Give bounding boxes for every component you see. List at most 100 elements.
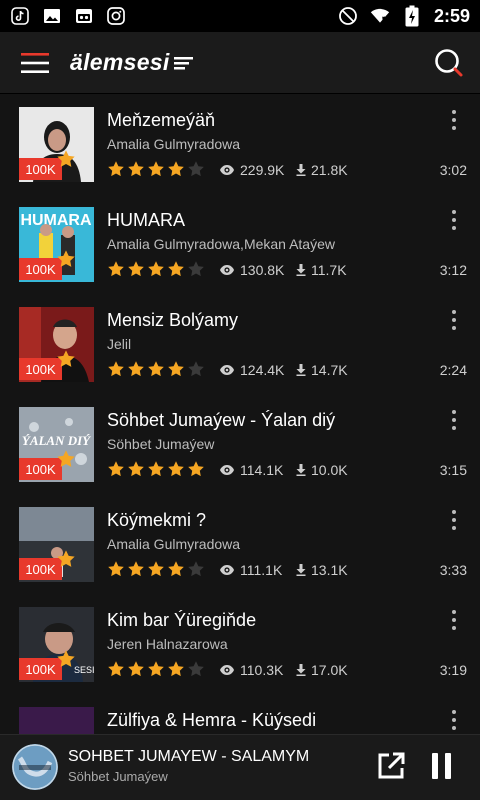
badge-star-icon [57,550,75,567]
pause-icon-bar-left [431,753,438,779]
more-dot-icon [452,310,456,314]
now-playing-bar[interactable]: SOHBET JUMAYEW - SALAMYM Söhbet Jumaýew [0,734,480,800]
more-options-button[interactable] [444,308,464,332]
song-thumbnail[interactable] [19,707,94,734]
star-icon [108,361,124,377]
song-title[interactable]: Söhbet Jumaýew - Ýalan diý [107,410,335,431]
song-row[interactable]: 100K Mensiz Bolýamy Jelil 124.4K 14.7K 2:24 [0,294,480,394]
download-icon [296,164,306,176]
app-logo: älemsesi [70,49,194,76]
song-title[interactable]: Meňzemeýäň [107,110,215,131]
song-row[interactable]: Zülfiya & Hemra - Küýsedi [0,694,480,734]
eye-icon [220,165,234,175]
star-icon [168,561,184,577]
logo-text: älemsesi [70,49,170,75]
song-title[interactable]: Mensiz Bolýamy [107,310,238,331]
star-icon [108,461,124,477]
song-row[interactable]: SESI 100K Kim bar Ýüregiňde Jeren Halnazaro… [0,594,480,694]
view-count: 114.1K [220,462,283,478]
view-count: 130.8K [220,262,284,278]
tiktok-icon [10,6,30,26]
more-dot-icon [452,410,456,414]
badge-star-icon [57,250,75,267]
song-row[interactable]: 100K Meňzemeýäň Amalia Gulmyradowa 229.9K … [0,94,480,194]
rating-stars [107,460,205,478]
song-duration: 3:12 [439,262,467,278]
star-icon [128,261,144,277]
open-player-button[interactable] [376,751,406,781]
song-title[interactable]: HUMARA [107,210,185,231]
song-title[interactable]: Kim bar Ýüregiňde [107,610,256,631]
rating-stars [107,260,205,278]
view-count-value: 124.4K [240,362,285,378]
view-count: 110.3K [220,662,283,678]
song-artist: Söhbet Jumaýew [107,436,215,452]
star-icon [128,661,144,677]
now-playing-artist: Söhbet Jumaýew [68,769,168,784]
view-count: 124.4K [220,362,284,378]
download-icon [296,264,306,276]
download-icon [296,564,306,576]
badge-star-icon [57,450,75,467]
song-list[interactable]: 100K Meňzemeýäň Amalia Gulmyradowa 229.9K … [0,94,480,734]
star-icon [148,161,164,177]
download-count: 21.8K [296,162,348,178]
download-icon [296,464,306,476]
wifi-icon [370,6,390,26]
search-icon [435,48,463,76]
more-options-button[interactable] [444,708,464,732]
logo-lines-icon [173,56,193,69]
star-icon [148,461,164,477]
song-row[interactable]: 100K Köýmekmi ? Amalia Gulmyradowa 111.1K … [0,494,480,594]
media-icon [74,6,94,26]
svg-text:HUMARA: HUMARA [20,212,92,229]
more-dot-icon [452,418,456,422]
view-count-value: 111.1K [240,562,283,578]
download-count-value: 11.7K [311,262,347,278]
view-count-value: 110.3K [240,662,284,678]
more-options-button[interactable] [444,608,464,632]
more-dot-icon [452,210,456,214]
more-dot-icon [452,526,456,530]
more-dot-icon [452,426,456,430]
more-options-button[interactable] [444,408,464,432]
star-icon [128,461,144,477]
song-row[interactable]: HUMARA 100K HUMARA Amalia Gulmyradowa,Mekan… [0,194,480,294]
song-artist: Jelil [107,336,132,352]
more-options-button[interactable] [444,208,464,232]
svg-text:SESI: SESI [74,665,94,675]
more-options-button[interactable] [444,108,464,132]
now-playing-title[interactable]: SOHBET JUMAYEW - SALAMYM [68,748,309,766]
song-row[interactable]: ÝALAN DIÝ 100K Söhbet Jumaýew - Ýalan diý S… [0,394,480,494]
star-icon [168,461,184,477]
do-not-disturb-icon [338,6,358,26]
menu-icon [21,52,49,73]
star-icon [148,661,164,677]
view-count-value: 229.9K [240,162,285,178]
more-dot-icon [452,518,456,522]
status-bar: 2:59 [0,0,480,32]
rating-stars [107,660,205,678]
download-icon [296,364,306,376]
eye-icon [220,365,234,375]
open-external-icon [378,752,405,779]
battery-charging-icon [402,5,422,27]
pause-button[interactable] [426,751,456,781]
song-title[interactable]: Köýmekmi ? [107,510,206,531]
more-dot-icon [452,510,456,514]
more-dot-icon [452,126,456,130]
song-title[interactable]: Zülfiya & Hemra - Küýsedi [107,710,316,731]
app-bar: älemsesi [0,32,480,94]
more-options-button[interactable] [444,508,464,532]
badge-star-icon [57,150,75,167]
view-count-value: 130.8K [240,262,285,278]
star-icon [128,161,144,177]
more-dot-icon [452,318,456,322]
star-icon [188,261,204,277]
menu-button[interactable] [0,32,70,94]
download-count-value: 10.0K [311,462,348,478]
status-icons-left [10,6,126,26]
search-button[interactable] [418,32,480,94]
more-dot-icon [452,226,456,230]
download-count-value: 21.8K [311,162,348,178]
